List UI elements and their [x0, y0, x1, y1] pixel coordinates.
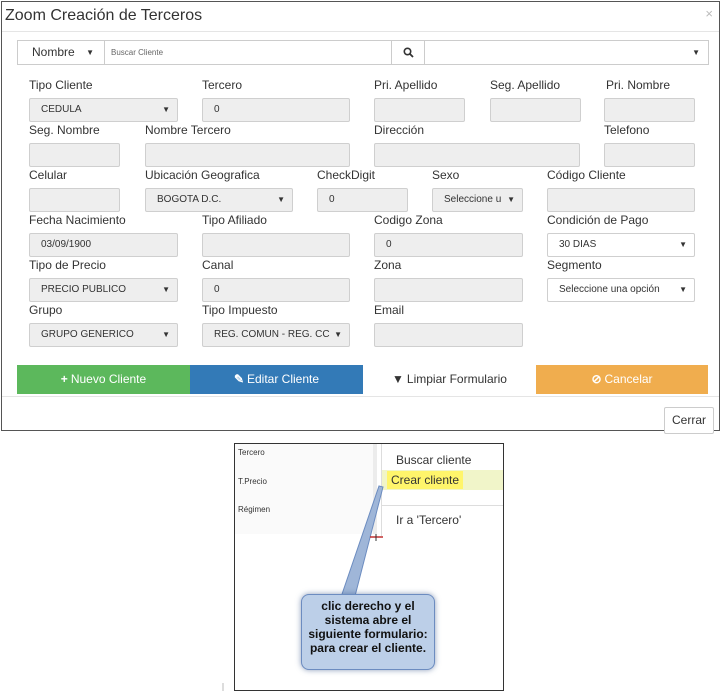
mouse-cursor-icon: [370, 534, 383, 541]
instruction-callout: clic derecho y el sistema abre el siguie…: [301, 594, 435, 670]
scroll-mark: [222, 683, 224, 691]
callout-arrow: [339, 485, 384, 601]
